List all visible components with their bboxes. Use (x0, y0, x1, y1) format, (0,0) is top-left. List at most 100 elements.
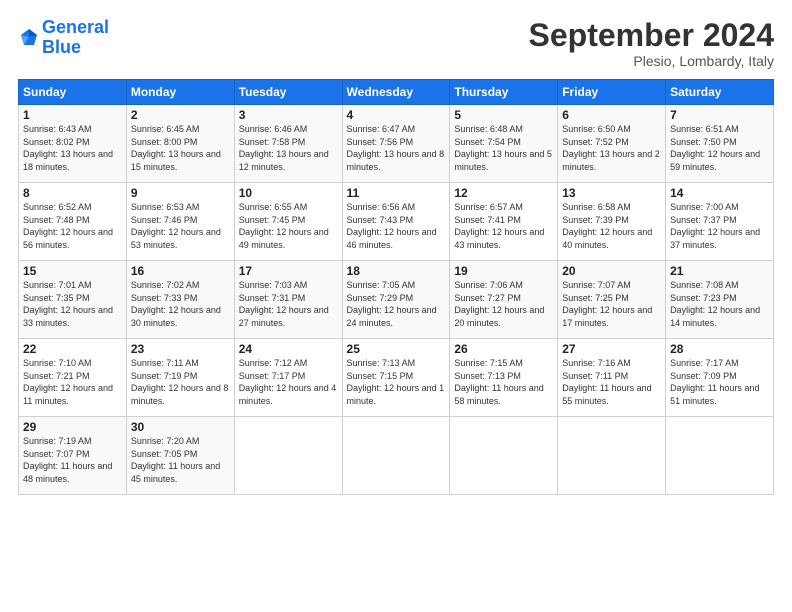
calendar-week-row: 1 Sunrise: 6:43 AMSunset: 8:02 PMDaylight… (19, 105, 774, 183)
day-number: 3 (239, 108, 338, 122)
day-info: Sunrise: 6:55 AMSunset: 7:45 PMDaylight:… (239, 202, 329, 250)
page: General Blue September 2024 Plesio, Lomb… (0, 0, 792, 612)
calendar-day-cell: 13 Sunrise: 6:58 AMSunset: 7:39 PMDayligh… (558, 183, 666, 261)
calendar-day-cell: 1 Sunrise: 6:43 AMSunset: 8:02 PMDaylight… (19, 105, 127, 183)
day-number: 11 (347, 186, 446, 200)
calendar-week-row: 15Sunrise: 7:01 AMSunset: 7:35 PMDayligh… (19, 261, 774, 339)
day-info: Sunrise: 7:05 AMSunset: 7:29 PMDaylight:… (347, 280, 437, 328)
day-info: Sunrise: 7:11 AMSunset: 7:19 PMDaylight:… (131, 358, 229, 406)
logo-line1: General (42, 17, 109, 37)
day-info: Sunrise: 7:10 AMSunset: 7:21 PMDaylight:… (23, 358, 113, 406)
day-info: Sunrise: 6:58 AMSunset: 7:39 PMDaylight:… (562, 202, 652, 250)
day-number: 28 (670, 342, 769, 356)
day-number: 18 (347, 264, 446, 278)
day-header: Friday (558, 80, 666, 105)
calendar-day-cell: 29 Sunrise: 7:19 AMSunset: 7:07 PMDayligh… (19, 417, 127, 495)
day-number: 14 (670, 186, 769, 200)
day-number: 29 (23, 420, 122, 434)
day-number: 24 (239, 342, 338, 356)
logo: General Blue (18, 18, 109, 58)
day-info: Sunrise: 6:56 AMSunset: 7:43 PMDaylight:… (347, 202, 437, 250)
header: General Blue September 2024 Plesio, Lomb… (18, 18, 774, 69)
day-info: Sunrise: 7:08 AMSunset: 7:23 PMDaylight:… (670, 280, 760, 328)
calendar-table: SundayMondayTuesdayWednesdayThursdayFrid… (18, 79, 774, 495)
day-number: 10 (239, 186, 338, 200)
logo-line2: Blue (42, 37, 81, 57)
calendar-day-cell: 10 Sunrise: 6:55 AMSunset: 7:45 PMDayligh… (234, 183, 342, 261)
day-header: Saturday (666, 80, 774, 105)
calendar-day-cell: 26 Sunrise: 7:15 AMSunset: 7:13 PMDayligh… (450, 339, 558, 417)
day-number: 30 (131, 420, 230, 434)
location: Plesio, Lombardy, Italy (529, 53, 774, 69)
calendar-day-cell: 17Sunrise: 7:03 AMSunset: 7:31 PMDayligh… (234, 261, 342, 339)
day-number: 27 (562, 342, 661, 356)
calendar-day-cell (450, 417, 558, 495)
calendar-day-cell: 20 Sunrise: 7:07 AMSunset: 7:25 PMDayligh… (558, 261, 666, 339)
day-info: Sunrise: 7:06 AMSunset: 7:27 PMDaylight:… (454, 280, 544, 328)
calendar-week-row: 29 Sunrise: 7:19 AMSunset: 7:07 PMDayligh… (19, 417, 774, 495)
day-number: 13 (562, 186, 661, 200)
calendar-day-cell: 2 Sunrise: 6:45 AMSunset: 8:00 PMDaylight… (126, 105, 234, 183)
day-number: 12 (454, 186, 553, 200)
day-number: 1 (23, 108, 122, 122)
calendar-day-cell (342, 417, 450, 495)
day-info: Sunrise: 6:46 AMSunset: 7:58 PMDaylight:… (239, 124, 329, 172)
day-number: 16 (131, 264, 230, 278)
calendar-day-cell: 18 Sunrise: 7:05 AMSunset: 7:29 PMDayligh… (342, 261, 450, 339)
day-number: 9 (131, 186, 230, 200)
day-info: Sunrise: 7:20 AMSunset: 7:05 PMDaylight:… (131, 436, 220, 484)
calendar-day-cell: 21Sunrise: 7:08 AMSunset: 7:23 PMDayligh… (666, 261, 774, 339)
day-info: Sunrise: 6:45 AMSunset: 8:00 PMDaylight:… (131, 124, 221, 172)
day-header: Sunday (19, 80, 127, 105)
calendar-day-cell: 23 Sunrise: 7:11 AMSunset: 7:19 PMDayligh… (126, 339, 234, 417)
calendar-day-cell: 30 Sunrise: 7:20 AMSunset: 7:05 PMDayligh… (126, 417, 234, 495)
calendar-week-row: 22Sunrise: 7:10 AMSunset: 7:21 PMDayligh… (19, 339, 774, 417)
calendar-day-cell: 27Sunrise: 7:16 AMSunset: 7:11 PMDayligh… (558, 339, 666, 417)
calendar-week-row: 8 Sunrise: 6:52 AMSunset: 7:48 PMDaylight… (19, 183, 774, 261)
day-info: Sunrise: 6:43 AMSunset: 8:02 PMDaylight:… (23, 124, 113, 172)
day-number: 6 (562, 108, 661, 122)
day-number: 20 (562, 264, 661, 278)
month-title: September 2024 (529, 18, 774, 53)
day-info: Sunrise: 7:15 AMSunset: 7:13 PMDaylight:… (454, 358, 543, 406)
day-info: Sunrise: 6:50 AMSunset: 7:52 PMDaylight:… (562, 124, 660, 172)
logo-icon (18, 27, 40, 49)
calendar-day-cell (234, 417, 342, 495)
day-info: Sunrise: 7:17 AMSunset: 7:09 PMDaylight:… (670, 358, 759, 406)
calendar-day-cell: 6 Sunrise: 6:50 AMSunset: 7:52 PMDaylight… (558, 105, 666, 183)
calendar-day-cell: 8 Sunrise: 6:52 AMSunset: 7:48 PMDaylight… (19, 183, 127, 261)
day-number: 26 (454, 342, 553, 356)
day-info: Sunrise: 7:02 AMSunset: 7:33 PMDaylight:… (131, 280, 221, 328)
calendar-day-cell: 28 Sunrise: 7:17 AMSunset: 7:09 PMDayligh… (666, 339, 774, 417)
day-number: 8 (23, 186, 122, 200)
day-info: Sunrise: 7:01 AMSunset: 7:35 PMDaylight:… (23, 280, 113, 328)
calendar-day-cell: 24 Sunrise: 7:12 AMSunset: 7:17 PMDayligh… (234, 339, 342, 417)
calendar-day-cell: 11 Sunrise: 6:56 AMSunset: 7:43 PMDayligh… (342, 183, 450, 261)
day-info: Sunrise: 7:00 AMSunset: 7:37 PMDaylight:… (670, 202, 760, 250)
day-number: 7 (670, 108, 769, 122)
calendar-day-cell: 5Sunrise: 6:48 AMSunset: 7:54 PMDaylight… (450, 105, 558, 183)
day-info: Sunrise: 6:57 AMSunset: 7:41 PMDaylight:… (454, 202, 544, 250)
day-number: 4 (347, 108, 446, 122)
title-section: September 2024 Plesio, Lombardy, Italy (529, 18, 774, 69)
day-info: Sunrise: 7:19 AMSunset: 7:07 PMDaylight:… (23, 436, 112, 484)
calendar-day-cell: 9 Sunrise: 6:53 AMSunset: 7:46 PMDaylight… (126, 183, 234, 261)
calendar-day-cell: 12 Sunrise: 6:57 AMSunset: 7:41 PMDayligh… (450, 183, 558, 261)
day-header: Tuesday (234, 80, 342, 105)
calendar-day-cell: 14 Sunrise: 7:00 AMSunset: 7:37 PMDayligh… (666, 183, 774, 261)
calendar-day-cell: 3 Sunrise: 6:46 AMSunset: 7:58 PMDaylight… (234, 105, 342, 183)
day-info: Sunrise: 6:51 AMSunset: 7:50 PMDaylight:… (670, 124, 760, 172)
day-info: Sunrise: 7:12 AMSunset: 7:17 PMDaylight:… (239, 358, 337, 406)
day-number: 5 (454, 108, 553, 122)
day-info: Sunrise: 6:53 AMSunset: 7:46 PMDaylight:… (131, 202, 221, 250)
day-number: 2 (131, 108, 230, 122)
day-number: 23 (131, 342, 230, 356)
header-row: SundayMondayTuesdayWednesdayThursdayFrid… (19, 80, 774, 105)
day-info: Sunrise: 7:03 AMSunset: 7:31 PMDaylight:… (239, 280, 329, 328)
day-header: Monday (126, 80, 234, 105)
day-info: Sunrise: 7:07 AMSunset: 7:25 PMDaylight:… (562, 280, 652, 328)
calendar-day-cell: 22Sunrise: 7:10 AMSunset: 7:21 PMDayligh… (19, 339, 127, 417)
calendar-day-cell: 7 Sunrise: 6:51 AMSunset: 7:50 PMDaylight… (666, 105, 774, 183)
day-info: Sunrise: 6:52 AMSunset: 7:48 PMDaylight:… (23, 202, 113, 250)
calendar-day-cell (558, 417, 666, 495)
